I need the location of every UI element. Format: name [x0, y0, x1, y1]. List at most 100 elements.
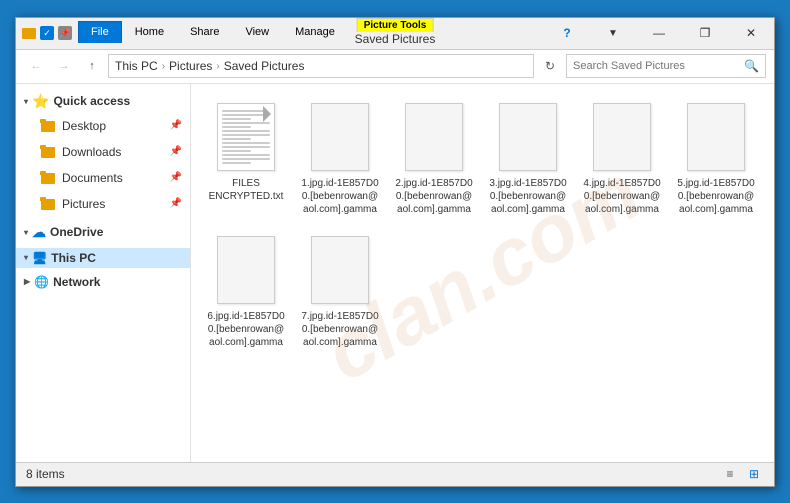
- file-name-1: 1.jpg.id-1E857D0 0.[bebenrowan@ aol.com]…: [300, 177, 380, 216]
- tab-home[interactable]: Home: [122, 21, 177, 43]
- tab-share[interactable]: Share: [177, 21, 232, 43]
- status-right: ≡ ⊞: [720, 464, 764, 484]
- file-item-encrypted[interactable]: FILES ENCRYPTED.txt: [201, 94, 291, 223]
- chevron-down-icon[interactable]: ▼: [590, 17, 636, 49]
- address-bar: ← → ↑ This PC › Pictures › Saved Picture…: [16, 50, 774, 84]
- large-icons-view-button[interactable]: ⊞: [744, 464, 764, 484]
- sidebar-header-thispc[interactable]: ▾ 🖥 This PC: [16, 248, 190, 268]
- chevron-network: ▶: [24, 277, 30, 286]
- onedrive-icon: ☁: [32, 224, 46, 241]
- file-item-4[interactable]: 4.jpg.id-1E857D0 0.[bebenrowan@ aol.com]…: [577, 94, 667, 223]
- search-input[interactable]: [573, 60, 740, 72]
- item-count: 8 items: [26, 467, 65, 481]
- pictures-label: Pictures: [62, 197, 105, 211]
- file-name-2: 2.jpg.id-1E857D0 0.[bebenrowan@ aol.com]…: [394, 177, 474, 216]
- search-icon[interactable]: 🔍: [744, 59, 759, 73]
- tab-file[interactable]: File: [78, 21, 122, 43]
- blank-page-5: [687, 103, 745, 171]
- refresh-button[interactable]: ↻: [538, 54, 562, 78]
- restore-button[interactable]: ❐: [682, 17, 728, 49]
- folder-icon-pictures: [40, 197, 56, 210]
- pin-desktop-icon: 📌: [170, 120, 182, 131]
- pin-downloads-icon: 📌: [170, 146, 182, 157]
- window-title: Saved Pictures: [355, 32, 436, 46]
- sidebar: ▾ ⭐ Quick access Desktop 📌: [16, 84, 191, 462]
- documents-label: Documents: [62, 171, 123, 185]
- sidebar-section-thispc: ▾ 🖥 This PC: [16, 248, 190, 268]
- sidebar-item-pictures[interactable]: Pictures 📌: [16, 191, 190, 217]
- file-item-1[interactable]: 1.jpg.id-1E857D0 0.[bebenrowan@ aol.com]…: [295, 94, 385, 223]
- chevron-quickaccess: ▾: [24, 97, 28, 106]
- file-name-7: 7.jpg.id-1E857D0 0.[bebenrowan@ aol.com]…: [300, 310, 380, 349]
- path-sep-1: ›: [162, 61, 165, 72]
- title-bar: ✓ 📌 File Home Share View Manage Picture …: [16, 18, 774, 50]
- chevron-onedrive: ▾: [24, 228, 28, 237]
- file-thumb-7: [308, 234, 372, 306]
- sidebar-header-network[interactable]: ▶ 🌐 Network: [16, 272, 190, 292]
- file-name-6: 6.jpg.id-1E857D0 0.[bebenrowan@ aol.com]…: [206, 310, 286, 349]
- search-box[interactable]: 🔍: [566, 54, 766, 78]
- title-bar-icons: ✓ 📌: [16, 18, 78, 49]
- downloads-label: Downloads: [62, 145, 121, 159]
- main-area: ▾ ⭐ Quick access Desktop 📌: [16, 84, 774, 462]
- file-name-3: 3.jpg.id-1E857D0 0.[bebenrowan@ aol.com]…: [488, 177, 568, 216]
- file-name-encrypted: FILES ENCRYPTED.txt: [206, 177, 286, 203]
- sidebar-header-quickaccess[interactable]: ▾ ⭐ Quick access: [16, 90, 190, 113]
- tab-manage[interactable]: Manage: [282, 21, 348, 43]
- chevron-thispc: ▾: [24, 253, 28, 262]
- close-button[interactable]: ✕: [728, 17, 774, 49]
- tab-view[interactable]: View: [232, 21, 282, 43]
- sidebar-header-onedrive[interactable]: ▾ ☁ OneDrive: [16, 221, 190, 244]
- network-label: Network: [53, 275, 100, 289]
- sidebar-section-quickaccess: ▾ ⭐ Quick access Desktop 📌: [16, 90, 190, 217]
- file-thumb-2: [402, 101, 466, 173]
- path-pictures[interactable]: Pictures: [169, 59, 212, 73]
- thispc-label: This PC: [51, 251, 96, 265]
- file-item-2[interactable]: 2.jpg.id-1E857D0 0.[bebenrowan@ aol.com]…: [389, 94, 479, 223]
- file-thumb-5: [684, 101, 748, 173]
- file-thumb-3: [496, 101, 560, 173]
- explorer-window: ✓ 📌 File Home Share View Manage Picture …: [15, 17, 775, 487]
- blank-page-2: [405, 103, 463, 171]
- picture-tools-label: Picture Tools: [357, 18, 434, 32]
- details-view-button[interactable]: ≡: [720, 464, 740, 484]
- file-thumb-4: [590, 101, 654, 173]
- folder-icon-desktop: [40, 119, 56, 132]
- path-sep-2: ›: [216, 61, 219, 72]
- forward-button[interactable]: →: [52, 54, 76, 78]
- file-item-3[interactable]: 3.jpg.id-1E857D0 0.[bebenrowan@ aol.com]…: [483, 94, 573, 223]
- blank-page-1: [311, 103, 369, 171]
- folder-icon-downloads: [40, 145, 56, 158]
- blank-page-7: [311, 236, 369, 304]
- help-button[interactable]: ?: [544, 17, 590, 49]
- file-item-7[interactable]: 7.jpg.id-1E857D0 0.[bebenrowan@ aol.com]…: [295, 227, 385, 356]
- title-area: Picture Tools Saved Pictures: [355, 18, 436, 46]
- sidebar-item-documents[interactable]: Documents 📌: [16, 165, 190, 191]
- star-icon: ⭐: [32, 93, 49, 110]
- back-button[interactable]: ←: [24, 54, 48, 78]
- address-path[interactable]: This PC › Pictures › Saved Pictures: [108, 54, 534, 78]
- sidebar-item-downloads[interactable]: Downloads 📌: [16, 139, 190, 165]
- file-item-6[interactable]: 6.jpg.id-1E857D0 0.[bebenrowan@ aol.com]…: [201, 227, 291, 356]
- sidebar-item-desktop[interactable]: Desktop 📌: [16, 113, 190, 139]
- file-thumb-6: [214, 234, 278, 306]
- pin-documents-icon: 📌: [170, 172, 182, 183]
- up-button[interactable]: ↑: [80, 54, 104, 78]
- desktop-label: Desktop: [62, 119, 106, 133]
- folder-icon-documents: [40, 171, 56, 184]
- onedrive-label: OneDrive: [50, 225, 103, 239]
- path-savedpictures[interactable]: Saved Pictures: [224, 59, 305, 73]
- folder-icon: [22, 28, 36, 39]
- pin-pictures-icon: 📌: [170, 198, 182, 209]
- minimize-button[interactable]: —: [636, 17, 682, 49]
- network-icon: 🌐: [34, 275, 49, 289]
- file-name-5: 5.jpg.id-1E857D0 0.[bebenrowan@ aol.com]…: [676, 177, 756, 216]
- blank-page-6: [217, 236, 275, 304]
- thispc-icon: 🖥: [32, 251, 47, 265]
- file-thumb-encrypted: [214, 101, 278, 173]
- file-name-4: 4.jpg.id-1E857D0 0.[bebenrowan@ aol.com]…: [582, 177, 662, 216]
- file-item-5[interactable]: 5.jpg.id-1E857D0 0.[bebenrowan@ aol.com]…: [671, 94, 761, 223]
- file-area: FILES ENCRYPTED.txt 1.jpg.id-1E857D0 0.[…: [191, 84, 774, 366]
- pin-icon: 📌: [58, 26, 72, 40]
- path-thispc[interactable]: This PC: [115, 59, 158, 73]
